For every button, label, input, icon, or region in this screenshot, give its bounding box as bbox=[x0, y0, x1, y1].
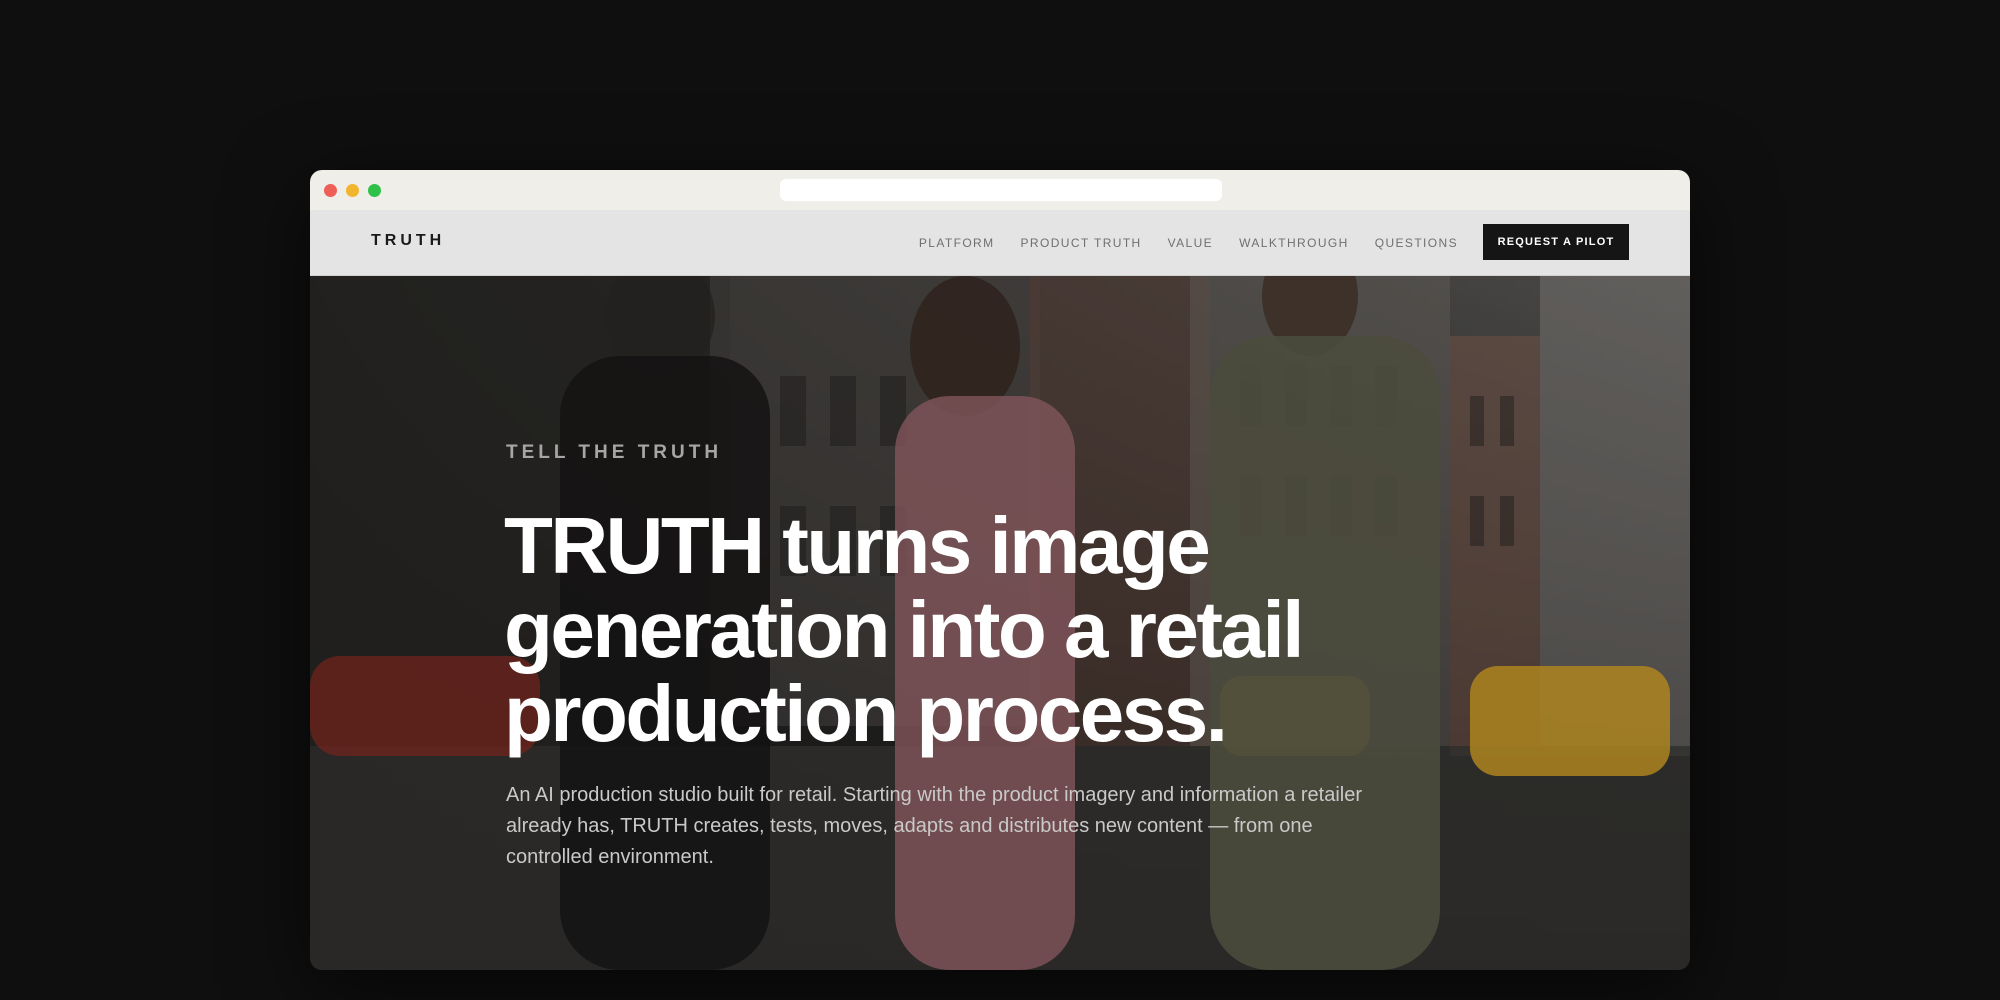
hero-eyebrow: TELL THE TRUTH bbox=[506, 442, 723, 463]
hero-subtext: An AI production studio built for retail… bbox=[506, 784, 1363, 868]
maximize-window-icon[interactable] bbox=[368, 184, 381, 197]
address-bar[interactable] bbox=[780, 179, 1222, 201]
minimize-window-icon[interactable] bbox=[346, 184, 359, 197]
nav-links: PLATFORM PRODUCT TRUTH VALUE WALKTHROUGH… bbox=[919, 210, 1458, 275]
site-logo[interactable]: TRUTH bbox=[371, 232, 445, 250]
nav-link-questions[interactable]: QUESTIONS bbox=[1375, 236, 1458, 250]
browser-chrome-bar bbox=[310, 170, 1690, 210]
nav-link-product-truth[interactable]: PRODUCT TRUTH bbox=[1021, 236, 1142, 250]
nav-link-walkthrough[interactable]: WALKTHROUGH bbox=[1239, 236, 1349, 250]
hero-section: TELL THE TRUTH TRUTH turns image generat… bbox=[310, 276, 1690, 970]
nav-link-platform[interactable]: PLATFORM bbox=[919, 236, 995, 250]
site-navbar: TRUTH PLATFORM PRODUCT TRUTH VALUE WALKT… bbox=[310, 210, 1690, 276]
request-pilot-button[interactable]: REQUEST A PILOT bbox=[1483, 224, 1629, 260]
hero-headline: TRUTH turns image generation into a reta… bbox=[504, 501, 1304, 758]
browser-window: TRUTH PLATFORM PRODUCT TRUTH VALUE WALKT… bbox=[310, 170, 1690, 970]
close-window-icon[interactable] bbox=[324, 184, 337, 197]
nav-link-value[interactable]: VALUE bbox=[1168, 236, 1213, 250]
